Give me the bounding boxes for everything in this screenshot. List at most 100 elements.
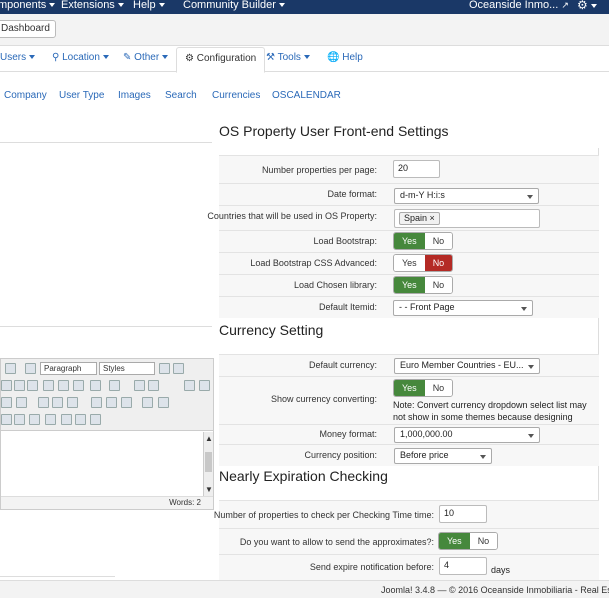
menu-community-builder[interactable]: Community Builder — [183, 0, 285, 11]
subscript-icon[interactable] — [134, 380, 145, 391]
image-icon[interactable] — [142, 397, 153, 408]
outdent-icon[interactable] — [1, 397, 12, 408]
site-link[interactable]: Oceanside Inmo... ↗ — [469, 0, 569, 11]
chevron-down-icon — [303, 55, 310, 60]
scrollbar-thumb[interactable] — [205, 452, 212, 472]
countries-multiselect[interactable]: Spain × — [394, 209, 540, 228]
no-option[interactable]: No — [424, 233, 453, 249]
menu-components[interactable]: mponents — [0, 0, 56, 11]
copy-icon[interactable] — [14, 380, 25, 391]
no-option[interactable]: No — [424, 255, 453, 271]
bootstrap-css-toggle[interactable]: Yes No — [393, 254, 454, 272]
check-count-input[interactable]: 10 — [439, 505, 487, 523]
no-option[interactable]: No — [424, 277, 453, 293]
subtab-images[interactable]: Images — [118, 90, 151, 101]
menu-help[interactable]: Help — [133, 0, 165, 11]
anchor-icon[interactable] — [1, 414, 12, 425]
yes-option[interactable]: Yes — [394, 255, 425, 271]
delete-column-icon[interactable] — [121, 397, 132, 408]
section-title-frontend: OS Property User Front-end Settings — [219, 123, 449, 139]
yes-option[interactable]: Yes — [394, 277, 425, 293]
cut-icon[interactable] — [1, 380, 12, 391]
paste-text-icon[interactable] — [43, 380, 54, 391]
subtab-user-type[interactable]: User Type — [59, 90, 104, 101]
merge-icon[interactable] — [91, 397, 102, 408]
ordered-list-icon[interactable] — [90, 380, 101, 391]
form-row-money-format: Money format: 1,000,000.00 — [219, 424, 599, 444]
tab-tools-label: Tools — [277, 52, 301, 63]
form-row-countries: Countries that will be used in OS Proper… — [207, 205, 599, 230]
eraser-icon[interactable] — [159, 363, 170, 374]
bullet-list-icon[interactable] — [109, 380, 120, 391]
chevron-down-icon — [162, 55, 169, 60]
tab-help-label: Help — [342, 52, 363, 63]
align-icon[interactable] — [5, 363, 16, 374]
template-icon[interactable] — [45, 414, 56, 425]
gear-menu[interactable]: ⚙ — [577, 0, 597, 12]
subtab-search[interactable]: Search — [165, 90, 197, 101]
horizontal-rule-icon[interactable] — [199, 380, 210, 391]
send-before-input[interactable]: 4 — [439, 557, 487, 575]
menu-community-builder-label: Community Builder — [183, 0, 276, 11]
blockquote-icon[interactable] — [25, 363, 36, 374]
dashboard-button[interactable]: Dashboard — [0, 20, 56, 38]
special-char-icon[interactable] — [184, 380, 195, 391]
split-icon[interactable] — [106, 397, 117, 408]
map-marker-icon: ⚲ — [52, 52, 60, 63]
divider — [0, 142, 212, 143]
paragraph-select[interactable]: Paragraph — [40, 362, 97, 375]
unlink-icon[interactable] — [29, 414, 40, 425]
yes-option[interactable]: Yes — [394, 233, 425, 249]
link-icon[interactable] — [14, 414, 25, 425]
table-icon[interactable] — [38, 397, 49, 408]
superscript-icon[interactable] — [148, 380, 159, 391]
tab-location[interactable]: ⚲ Location — [52, 52, 109, 63]
chevron-up-icon[interactable]: ▲ — [205, 434, 213, 443]
menu-extensions[interactable]: Extensions — [61, 0, 124, 11]
load-bootstrap-toggle[interactable]: Yes No — [393, 232, 454, 250]
footer-text: Joomla! 3.4.8 — © 2016 Oceanside Inmobil… — [381, 585, 609, 595]
field-label: Countries that will be used in OS Proper… — [207, 211, 377, 221]
column-icon[interactable] — [67, 397, 78, 408]
tab-help[interactable]: 🌐 Help — [327, 52, 363, 63]
date-format-select[interactable]: d-m-Y H:i:s — [394, 188, 539, 204]
close-icon[interactable]: × — [430, 213, 435, 223]
indent-icon[interactable] — [16, 397, 27, 408]
allow-send-toggle[interactable]: Yes No — [438, 532, 499, 550]
editor-scrollbar[interactable]: ▲ ▼ — [203, 432, 213, 496]
tab-other[interactable]: ✎ Other — [123, 52, 169, 63]
show-converting-toggle[interactable]: Yes No — [393, 379, 454, 397]
tab-tools[interactable]: ⚒ Tools — [266, 52, 310, 63]
spellcheck-icon[interactable] — [61, 414, 72, 425]
footer-bar: Joomla! 3.4.8 — © 2016 Oceanside Inmobil… — [0, 580, 609, 598]
chevron-down-icon[interactable]: ▼ — [205, 485, 213, 494]
tab-users[interactable]: Users — [0, 52, 36, 63]
no-option[interactable]: No — [469, 533, 498, 549]
preview-icon[interactable] — [90, 414, 101, 425]
subtab-company[interactable]: Company — [4, 90, 47, 101]
chosen-library-toggle[interactable]: Yes No — [393, 276, 454, 294]
globe-icon: 🌐 — [327, 52, 340, 63]
chevron-down-icon — [29, 55, 36, 60]
find-icon[interactable] — [58, 380, 69, 391]
default-currency-select[interactable]: Euro Member Countries - EU... — [394, 358, 540, 374]
currency-position-select[interactable]: Before price — [394, 448, 492, 464]
money-format-select[interactable]: 1,000,000.00 — [394, 427, 540, 443]
subtab-oscalendar[interactable]: OSCALENDAR — [272, 90, 341, 101]
chevron-down-icon — [102, 55, 109, 60]
paint-icon[interactable] — [173, 363, 184, 374]
yes-option[interactable]: Yes — [439, 533, 470, 549]
tab-configuration[interactable]: ⚙ Configuration — [176, 47, 266, 73]
tools-icon: ⚒ — [266, 52, 275, 63]
styles-select[interactable]: Styles — [99, 362, 155, 375]
paste-icon[interactable] — [27, 380, 38, 391]
replace-icon[interactable] — [73, 380, 84, 391]
row-icon[interactable] — [52, 397, 63, 408]
number-per-page-input[interactable]: 20 — [393, 160, 440, 178]
yes-option[interactable]: Yes — [394, 380, 425, 396]
source-icon[interactable] — [75, 414, 86, 425]
media-icon[interactable] — [158, 397, 169, 408]
subtab-currencies[interactable]: Currencies — [212, 90, 260, 101]
default-itemid-select[interactable]: - - Front Page — [393, 300, 533, 316]
no-option[interactable]: No — [424, 380, 453, 396]
